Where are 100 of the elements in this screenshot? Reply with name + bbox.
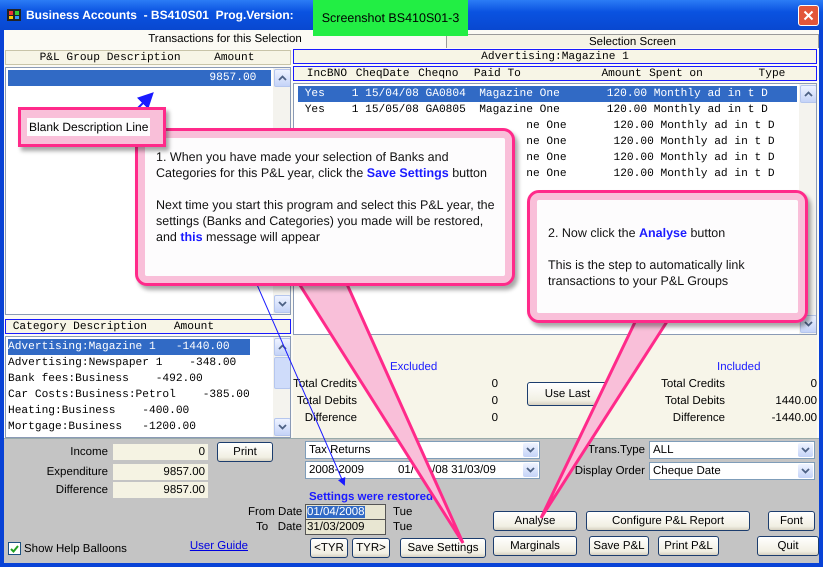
table-cell: Monthly ad in t [660,168,762,180]
action-button[interactable]: Quit [757,536,819,556]
column-header: Amount [601,68,643,80]
table-cell: Magazine One [479,104,560,116]
list-row[interactable]: Yes 1 15/04/08 GA0804 Magazine One 120.00 Monthly ad in t D [298,86,797,102]
action-button[interactable]: Font [768,511,815,531]
list-row[interactable]: ne One 120.00 Monthly ad in t D [526,134,782,150]
date-field[interactable]: 01/04/2008 [305,504,386,520]
table-cell: Magazine One [479,88,560,100]
summary-value: 0 [810,378,817,392]
year-button[interactable]: <TYR [310,538,348,558]
field-label: From Date [248,506,302,518]
checkbox-label: Show Help Balloons [24,542,127,554]
table-cell-text: 120.00 [612,120,654,132]
callout-text: Blank Description Line [27,118,150,136]
list-row[interactable]: Yes 1 15/05/08 GA0805 Magazine One 120.00 Monthly ad in t D [298,102,797,118]
weekday-label: Tue [393,520,412,532]
section-title: Excluded [389,361,438,375]
year-button[interactable]: TYR> [352,538,390,558]
window-title: Business Accounts - BS410S01 Prog.Version: [26,8,294,22]
table-cell-text: 1 [350,88,358,100]
balloon-text: Next time you start this program and select this P&L year, the settings (Banks and Categories) you made will be restored, and this message will appear [156,197,496,245]
save-settings-button[interactable]: Save Settings [400,538,486,558]
table-cell: Monthly ad in t [660,136,762,148]
summary-label: Total Credits [660,378,725,392]
summary-value: 0 [490,412,498,426]
table-cell: Monthly ad in t [660,120,762,132]
table-cell: 15/05/08 [365,104,419,116]
list-row[interactable]: 9857.00 [8,70,271,86]
list-title: Advertising:Magazine 1 [481,50,629,62]
scrollbar[interactable] [273,337,290,437]
list-row[interactable]: Bank fees:Business -492.00 [8,371,271,387]
list-row[interactable]: ne One 120.00 Monthly ad in t D [526,166,782,182]
balloon-text: This is the step to automatically link transactions to your P&L Groups [548,257,746,289]
action-button[interactable]: Analyse [493,511,577,531]
checkbox[interactable]: Show Help Balloons [8,542,127,555]
user-guide-link[interactable]: User Guide [190,540,248,552]
table-cell: ne One [526,136,567,148]
column-header: Paid To [474,68,522,80]
column-header: Type [758,68,786,80]
table-cell-text: 120.00 [612,136,654,148]
action-button[interactable]: Save P&L [589,536,649,556]
list-row[interactable]: Heating:Business -400.00 [8,403,271,419]
list-row[interactable]: Car Costs:Business:Petrol -385.00 [8,387,271,403]
column-header: Amount [174,320,214,332]
table-cell-text: D [768,120,776,132]
scroll-thumb[interactable] [274,357,290,389]
list-row[interactable]: Mortgage:Business -1200.00 [8,419,271,435]
action-button[interactable]: Print P&L [658,536,719,556]
scroll-up-button[interactable] [800,85,816,103]
table-cell-text: D [761,88,769,100]
section-title: Included [716,361,762,375]
action-button[interactable]: Configure P&L Report [586,511,750,531]
table-cell: ne One [526,168,567,180]
table-cell-text: 120.00 [612,152,654,164]
table-cell: Monthly ad in t [654,88,754,100]
print-button[interactable]: Print [217,442,273,462]
dropdown-field[interactable]: Tax Returns [305,441,540,459]
table-cell: GA0804 [426,88,466,100]
balloon-text: 2. Now click the Analyse button [548,225,726,241]
list-row[interactable]: ne One 120.00 Monthly ad in t D [526,118,782,134]
column-header: P&L Group Description [40,52,181,64]
scroll-down-button[interactable] [274,418,290,436]
checkmark-icon [10,544,19,552]
list-row[interactable]: Advertising:Magazine 1 -1440.00 [8,339,250,355]
screenshot-label: Screenshot BS410S01-3 [313,0,468,36]
column-header: Cheqno [418,68,460,80]
table-cell-text: D [768,152,776,164]
date-field[interactable]: 31/03/2009 [305,518,386,534]
chevron-down-icon [278,424,287,430]
field-label: Display Order [574,465,645,477]
table-cell: 15/04/08 [365,88,419,100]
field-label: Income [69,446,108,458]
dropdown-field[interactable]: ALL [649,441,815,459]
chevron-down-icon [804,321,813,327]
list-row[interactable]: Advertising:Newspaper 1 -348.00 [8,355,271,371]
table-cell: Yes [304,104,325,116]
summary-value: 0 [490,395,498,409]
balloon-text: 1. When you have made your selection of Banks and Categories for this P&L year, click the Save Settings button [156,149,488,181]
column-header: CheqDate [356,68,410,80]
list-row[interactable]: ne One 120.00 Monthly ad in t D [526,150,782,166]
close-button[interactable] [798,4,819,26]
tab[interactable]: Selection Screen [446,34,819,48]
scroll-up-button[interactable] [274,69,290,87]
summary-label: Total Debits [664,395,725,409]
field-label: Expenditure [46,466,108,478]
action-button[interactable]: Marginals [493,536,577,556]
close-icon [803,10,814,20]
total-field: 9857.00 [113,464,208,480]
weekday-label: Tue [393,506,412,518]
table-cell: Monthly ad in t [660,152,762,164]
summary-value: 1440.00 [774,395,817,409]
column-header: Amount [214,52,254,64]
scroll-down-button[interactable] [274,295,290,313]
status-message: Settings were restored [309,491,434,504]
dropdown-field[interactable]: Cheque Date [649,462,815,480]
scroll-up-button[interactable] [274,338,290,356]
chevron-up-icon [278,344,287,350]
table-cell: ne One [526,152,567,164]
chevron-up-icon [804,91,813,97]
